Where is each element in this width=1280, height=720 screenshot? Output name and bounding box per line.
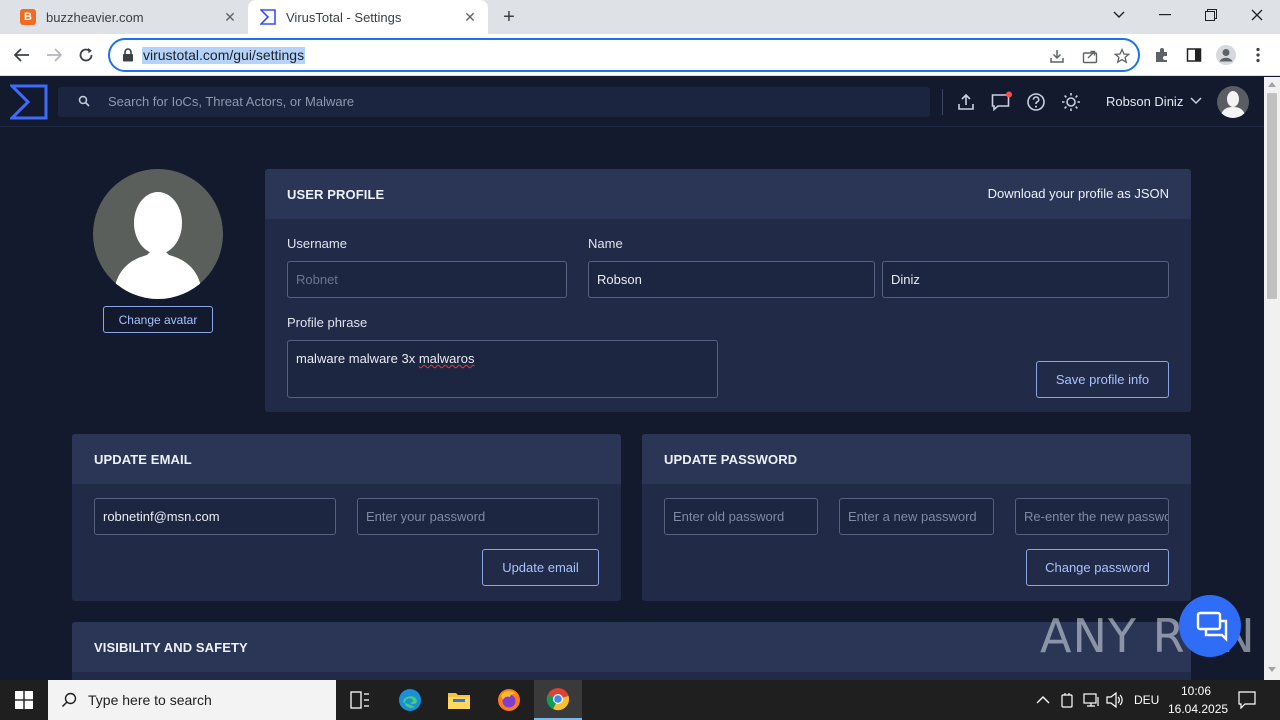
search-icon: [61, 692, 77, 708]
reload-icon[interactable]: [73, 42, 99, 68]
scrollbar-thumb[interactable]: [1267, 93, 1277, 299]
back-arrow-icon[interactable]: [9, 42, 35, 68]
firefox-icon[interactable]: [485, 680, 533, 720]
update-password-title: UPDATE PASSWORD: [664, 452, 798, 467]
email-password-field[interactable]: Enter your password: [357, 498, 599, 535]
user-profile-card: USER PROFILE Download your profile as JS…: [265, 169, 1191, 412]
windows-taskbar: Type here to search DEU 10:06 16.04.2025: [0, 680, 1280, 720]
new-password-field[interactable]: Enter a new password: [839, 498, 994, 535]
address-bar[interactable]: virustotal.com/gui/settings: [108, 38, 1140, 72]
task-view-icon[interactable]: [336, 680, 384, 720]
forward-arrow-icon[interactable]: [41, 42, 67, 68]
search-bar[interactable]: Search for IoCs, Threat Actors, or Malwa…: [58, 87, 930, 117]
update-email-header: UPDATE EMAIL: [72, 434, 621, 484]
taskbar-search-text: Type here to search: [88, 692, 212, 708]
file-explorer-icon[interactable]: [435, 680, 483, 720]
scroll-up-arrow-icon[interactable]: [1268, 82, 1276, 87]
virustotal-settings-page: Search for IoCs, Threat Actors, or Malwa…: [0, 77, 1264, 680]
update-password-header: UPDATE PASSWORD: [642, 434, 1191, 484]
taskbar-search-box[interactable]: Type here to search: [48, 680, 336, 720]
old-password-field[interactable]: Enter old password: [664, 498, 818, 535]
windows-start-icon[interactable]: [0, 680, 48, 720]
new-tab-button[interactable]: +: [498, 6, 520, 28]
side-panel-icon[interactable]: [1183, 44, 1205, 66]
tab-close-icon[interactable]: ✕: [460, 7, 480, 27]
clock-date[interactable]: 16.04.2025: [1168, 702, 1228, 716]
change-password-button[interactable]: Change password: [1026, 549, 1169, 586]
browser-tab-bar: B buzzheavier.com ✕ VirusTotal - Setting…: [0, 0, 1280, 34]
volume-icon[interactable]: [1106, 692, 1124, 708]
browser-toolbar: virustotal.com/gui/settings: [0, 34, 1280, 76]
help-icon[interactable]: [1025, 91, 1047, 113]
minimize-button[interactable]: [1142, 0, 1188, 30]
user-profile-header: USER PROFILE Download your profile as JS…: [265, 169, 1191, 219]
first-name-field[interactable]: Robson: [588, 261, 875, 298]
change-avatar-button[interactable]: Change avatar: [103, 306, 213, 333]
update-email-card: UPDATE EMAIL robnetinf@msn.com Enter you…: [72, 434, 621, 601]
download-profile-json-link[interactable]: Download your profile as JSON: [988, 186, 1169, 201]
name-label: Name: [588, 236, 623, 251]
last-name-field[interactable]: Diniz: [882, 261, 1169, 298]
vt-header: Search for IoCs, Threat Actors, or Malwa…: [0, 77, 1264, 127]
username-label: Username: [287, 236, 347, 251]
tray-device-icon[interactable]: [1060, 692, 1074, 708]
notification-center-icon[interactable]: [1238, 691, 1256, 709]
update-email-title: UPDATE EMAIL: [94, 452, 192, 467]
bookmark-star-icon[interactable]: [1113, 47, 1131, 65]
clock-time[interactable]: 10:06: [1181, 684, 1211, 698]
restore-button[interactable]: [1188, 0, 1234, 30]
update-email-button[interactable]: Update email: [482, 549, 599, 586]
network-icon[interactable]: [1083, 692, 1101, 708]
tray-chevron-up-icon[interactable]: [1036, 695, 1050, 705]
tab-close-icon[interactable]: ✕: [220, 7, 240, 27]
tab-title: VirusTotal - Settings: [286, 9, 402, 25]
virustotal-logo-icon[interactable]: [10, 84, 48, 120]
user-name-menu[interactable]: Robson Diniz: [1106, 94, 1183, 109]
theme-sun-icon[interactable]: [1060, 91, 1082, 113]
profile-phrase-misspelled: malwaros: [418, 351, 475, 366]
buzzheavier-favicon-icon: B: [20, 9, 36, 25]
page-scrollbar[interactable]: [1264, 77, 1280, 680]
lock-icon: [123, 48, 133, 62]
tab-buzzheavier[interactable]: B buzzheavier.com ✕: [8, 0, 248, 34]
profile-phrase-label: Profile phrase: [287, 315, 368, 330]
visibility-header: VISIBILITY AND SAFETY: [72, 622, 1191, 672]
scroll-down-arrow-icon[interactable]: [1268, 667, 1276, 672]
share-icon[interactable]: [1081, 47, 1099, 65]
keyboard-language[interactable]: DEU: [1134, 693, 1159, 707]
header-avatar[interactable]: [1217, 86, 1249, 118]
visibility-safety-card: VISIBILITY AND SAFETY: [72, 622, 1191, 680]
tab-virustotal-settings[interactable]: VirusTotal - Settings ✕: [248, 0, 488, 34]
install-app-icon[interactable]: [1048, 47, 1066, 65]
chrome-menu-icon[interactable]: [1247, 44, 1269, 66]
username-field: Robnet: [287, 261, 567, 298]
user-profile-title: USER PROFILE: [287, 187, 385, 202]
chat-button[interactable]: [1179, 595, 1241, 657]
profile-icon[interactable]: [1215, 44, 1237, 66]
profile-phrase-field[interactable]: malware malware 3x malwaros: [287, 340, 718, 398]
chat-icon: [1196, 611, 1228, 642]
edge-browser-icon[interactable]: [386, 680, 434, 720]
save-profile-button[interactable]: Save profile info: [1036, 361, 1169, 398]
search-icon: [78, 95, 90, 107]
email-field[interactable]: robnetinf@msn.com: [94, 498, 336, 535]
reenter-password-field[interactable]: Re-enter the new password: [1015, 498, 1169, 535]
tab-search-chevron-icon[interactable]: [1096, 0, 1142, 30]
profile-avatar: [93, 169, 223, 299]
extensions-puzzle-icon[interactable]: [1151, 44, 1173, 66]
chrome-icon[interactable]: [534, 680, 582, 720]
search-input[interactable]: Search for IoCs, Threat Actors, or Malwa…: [108, 94, 354, 109]
update-password-card: UPDATE PASSWORD Enter old password Enter…: [642, 434, 1191, 601]
visibility-title: VISIBILITY AND SAFETY: [94, 640, 248, 655]
profile-phrase-text: malware malware 3x: [296, 351, 419, 366]
virustotal-favicon-icon: [260, 9, 276, 25]
notifications-chat-icon[interactable]: [990, 91, 1012, 113]
url-text[interactable]: virustotal.com/gui/settings: [142, 47, 306, 64]
tab-title: buzzheavier.com: [46, 9, 144, 25]
upload-icon[interactable]: [955, 91, 977, 113]
chevron-down-icon[interactable]: [1190, 96, 1202, 106]
close-window-button[interactable]: [1234, 0, 1280, 30]
header-divider: [942, 89, 943, 115]
